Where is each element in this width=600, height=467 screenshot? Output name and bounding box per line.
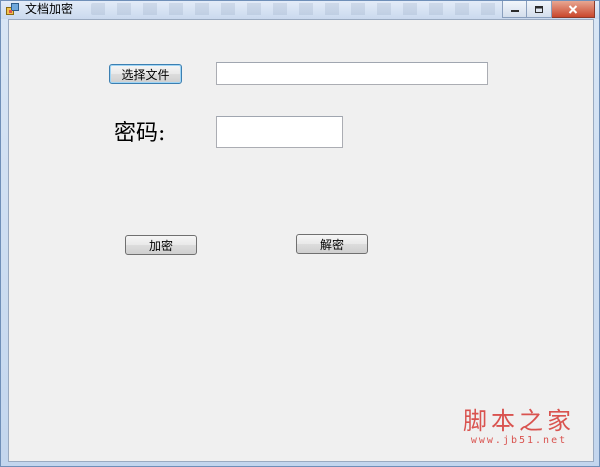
watermark-url: www.jb51.net <box>470 435 568 446</box>
main-window: 文档加密 选择文件 密码: 加密 解密 脚本之家 www.jb51.net <box>0 0 600 467</box>
password-label: 密码: <box>114 121 166 146</box>
client-area: 选择文件 密码: 加密 解密 脚本之家 www.jb51.net <box>8 19 594 462</box>
window-title: 文档加密 <box>25 2 74 16</box>
close-icon <box>568 4 578 14</box>
watermark: 脚本之家 www.jb51.net <box>463 407 575 447</box>
app-icon[interactable] <box>6 3 19 16</box>
file-path-input[interactable] <box>216 62 488 85</box>
minimize-button[interactable] <box>502 1 527 18</box>
encrypt-button[interactable]: 加密 <box>125 235 197 255</box>
title-bar-background <box>91 3 511 15</box>
choose-file-button[interactable]: 选择文件 <box>109 64 182 84</box>
decrypt-button[interactable]: 解密 <box>296 234 368 254</box>
title-bar[interactable]: 文档加密 <box>1 1 599 19</box>
maximize-icon <box>535 5 543 13</box>
password-input[interactable] <box>216 116 343 148</box>
close-button[interactable] <box>552 1 595 18</box>
minimize-icon <box>510 10 519 12</box>
watermark-name: 脚本之家 <box>463 407 575 435</box>
maximize-button[interactable] <box>527 1 552 18</box>
caption-buttons <box>502 1 595 18</box>
